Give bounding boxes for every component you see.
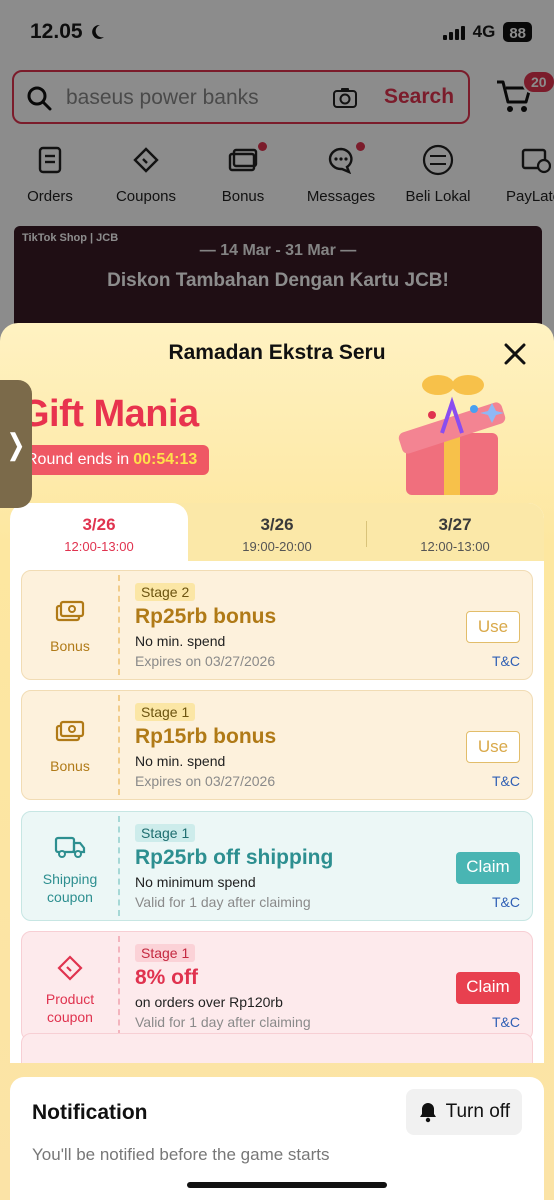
reward-card-bonus-stage-1: Bonus Stage 1 Rp15rb bonus No min. spend… bbox=[21, 690, 533, 800]
side-expand-tab[interactable]: ❭ bbox=[0, 380, 32, 508]
stage-badge: Stage 1 bbox=[135, 944, 196, 962]
turn-off-label: Turn off bbox=[445, 1101, 510, 1122]
chevron-right-icon: ❭ bbox=[4, 428, 28, 460]
reward-type: Bonus bbox=[22, 571, 118, 679]
type-label-line-1: Shipping bbox=[42, 871, 98, 887]
reward-type: Product coupon bbox=[22, 932, 118, 1040]
game-sheet: Ramadan Ekstra Seru Gift Mania Round end… bbox=[0, 323, 554, 1200]
tab-round-2[interactable]: 3/26 19:00-20:00 bbox=[188, 503, 366, 561]
coupon-icon bbox=[57, 955, 83, 981]
reward-expiry: Expires on 03/27/2026 bbox=[135, 653, 276, 669]
tab-date: 3/26 bbox=[82, 515, 116, 534]
stage-badge: Stage 1 bbox=[135, 824, 196, 842]
reward-type-label: Product coupon bbox=[22, 990, 118, 1026]
reward-expiry: Valid for 1 day after claiming bbox=[135, 894, 311, 910]
reward-type-label: Shipping coupon bbox=[22, 870, 118, 906]
gift-box-icon bbox=[398, 375, 506, 495]
notification-section: Notification You'll be notified before t… bbox=[10, 1077, 544, 1200]
game-title: Gift Mania bbox=[20, 393, 199, 435]
reward-expiry: Expires on 03/27/2026 bbox=[135, 773, 276, 789]
sheet-title: Ramadan Ekstra Seru bbox=[168, 341, 386, 364]
reward-type-label: Bonus bbox=[50, 758, 90, 774]
bell-icon bbox=[419, 1103, 436, 1123]
terms-link[interactable]: T&C bbox=[492, 773, 520, 789]
type-label-line-2: coupon bbox=[47, 889, 93, 905]
tab-round-3[interactable]: 3/27 12:00-13:00 bbox=[366, 503, 544, 561]
reward-name: Rp15rb bonus bbox=[135, 725, 277, 748]
terms-link[interactable]: T&C bbox=[492, 894, 520, 910]
type-label-line-2: coupon bbox=[47, 1009, 93, 1025]
tab-round-1[interactable]: 3/26 12:00-13:00 bbox=[10, 503, 188, 561]
reward-name: Rp25rb off shipping bbox=[135, 846, 334, 869]
reward-condition: on orders over Rp120rb bbox=[135, 994, 283, 1010]
terms-link[interactable]: T&C bbox=[492, 653, 520, 669]
truck-icon bbox=[54, 836, 86, 858]
round-timer: Round ends in 00:54:13 bbox=[18, 445, 210, 475]
use-button[interactable]: Use bbox=[466, 731, 520, 763]
reward-card-shipping: Shipping coupon Stage 1 Rp25rb off shippi… bbox=[21, 811, 533, 921]
use-button[interactable]: Use bbox=[466, 611, 520, 643]
notification-title: Notification bbox=[32, 1101, 148, 1124]
reward-expiry: Valid for 1 day after claiming bbox=[135, 1014, 311, 1030]
stage-badge: Stage 1 bbox=[135, 703, 196, 721]
stage-badge: Stage 2 bbox=[135, 583, 196, 601]
tab-time: 19:00-20:00 bbox=[242, 539, 312, 554]
reward-condition: No min. spend bbox=[135, 633, 226, 649]
home-indicator[interactable] bbox=[187, 1182, 387, 1188]
notification-subtitle: You'll be notified before the game start… bbox=[32, 1145, 330, 1164]
round-tabs: 3/26 12:00-13:00 3/26 19:00-20:00 3/27 1… bbox=[10, 503, 544, 561]
bonus-icon bbox=[55, 720, 85, 742]
reward-name: 8% off bbox=[135, 966, 198, 989]
reward-type: Shipping coupon bbox=[22, 812, 118, 920]
reward-type: Bonus bbox=[22, 691, 118, 799]
claim-button[interactable]: Claim bbox=[456, 852, 520, 884]
terms-link[interactable]: T&C bbox=[492, 1014, 520, 1030]
bonus-icon bbox=[55, 600, 85, 622]
round-label: Round ends in bbox=[26, 451, 130, 468]
countdown: 00:54:13 bbox=[133, 451, 198, 468]
reward-card-bonus-stage-2: Bonus Stage 2 Rp25rb bonus No min. spend… bbox=[21, 570, 533, 680]
tab-time: 12:00-13:00 bbox=[64, 539, 134, 554]
reward-type-label: Bonus bbox=[50, 638, 90, 654]
tab-date: 3/27 bbox=[438, 515, 472, 534]
card-divider bbox=[118, 936, 120, 1036]
card-divider bbox=[118, 575, 120, 675]
card-divider bbox=[118, 695, 120, 795]
reward-condition: No min. spend bbox=[135, 753, 226, 769]
reward-card-peek bbox=[21, 1033, 533, 1063]
tab-date: 3/26 bbox=[260, 515, 294, 534]
tab-time: 12:00-13:00 bbox=[420, 539, 490, 554]
card-divider bbox=[118, 816, 120, 916]
turn-off-button[interactable]: Turn off bbox=[405, 1089, 522, 1135]
reward-name: Rp25rb bonus bbox=[135, 605, 277, 628]
reward-card-product: Product coupon Stage 1 8% off on orders o… bbox=[21, 931, 533, 1041]
claim-button[interactable]: Claim bbox=[456, 972, 520, 1004]
type-label-line-1: Product bbox=[45, 991, 95, 1007]
rewards-panel: 3/26 12:00-13:00 3/26 19:00-20:00 3/27 1… bbox=[10, 503, 544, 1063]
reward-condition: No minimum spend bbox=[135, 874, 256, 890]
